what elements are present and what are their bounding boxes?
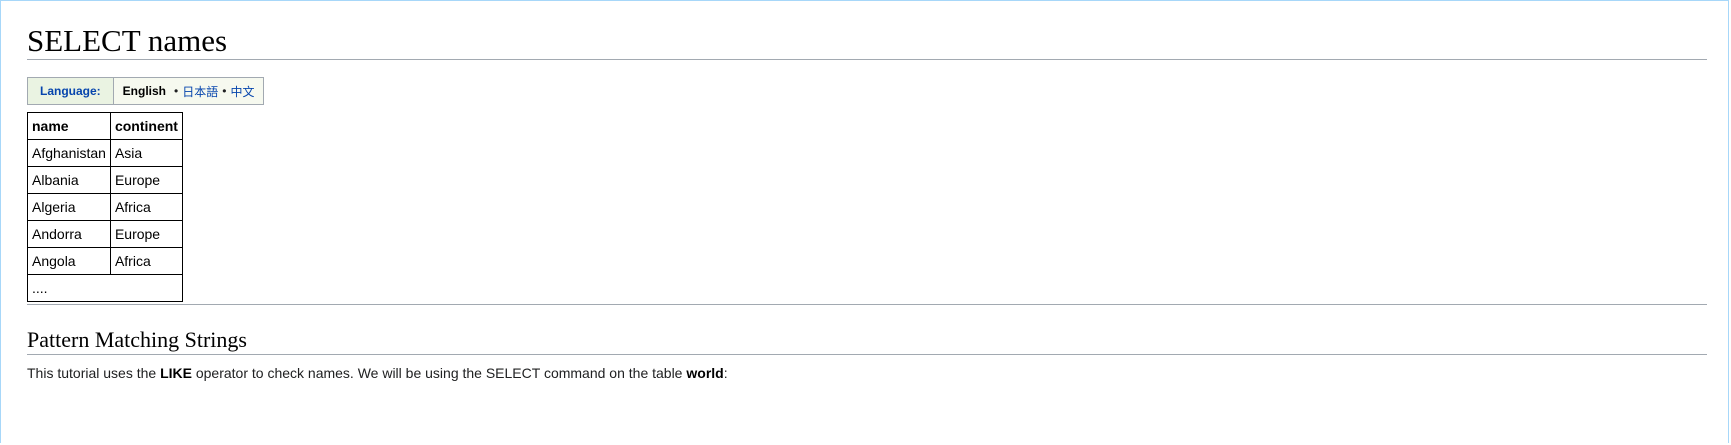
table-cell: Andorra (27, 220, 111, 248)
table-cell: Angola (27, 247, 111, 275)
table-cell: Albania (27, 166, 111, 194)
table-ellipsis-cell: .... (27, 274, 183, 302)
table-cell: Algeria (27, 193, 111, 221)
table-cell: Europe (109, 166, 183, 194)
table-cell: Europe (109, 220, 183, 248)
table-row-ellipsis: .... (27, 274, 183, 302)
table-row: Albania Europe (27, 166, 183, 194)
section-title: Pattern Matching Strings (27, 327, 247, 352)
table-cell: Africa (109, 247, 183, 275)
table-row: Afghanistan Asia (27, 139, 183, 167)
intro-paragraph: This tutorial uses the LIKE operator to … (27, 365, 728, 381)
language-separator: • (222, 84, 227, 98)
language-current: English (122, 84, 167, 98)
intro-keyword-world: world (686, 365, 724, 381)
table-row: Algeria Africa (27, 193, 183, 221)
table-cell: Africa (109, 193, 183, 221)
intro-text: This tutorial uses the (27, 365, 161, 381)
table-cell: Asia (109, 139, 183, 167)
language-link-chinese[interactable]: 中文 (230, 83, 254, 100)
language-separator: • (174, 84, 179, 98)
page-frame: SELECT names Language: English • 日本語 • 中… (0, 0, 1729, 443)
column-header-continent: continent (109, 112, 183, 140)
column-header-name: name (27, 112, 111, 140)
language-link-japanese[interactable]: 日本語 (182, 83, 218, 100)
section-divider (27, 304, 1707, 305)
table-cell: Afghanistan (27, 139, 111, 167)
intro-text: : (723, 365, 728, 381)
page-title: SELECT names (27, 23, 228, 58)
table-header-row: name continent (27, 112, 183, 140)
intro-keyword-like: LIKE (160, 365, 192, 381)
title-divider (27, 59, 1707, 60)
language-bar: Language: English • 日本語 • 中文 (27, 77, 265, 105)
section-title-underline (27, 354, 1707, 355)
table-row: Angola Africa (27, 247, 183, 275)
language-label: Language: (28, 78, 114, 104)
language-options: English • 日本語 • 中文 (113, 78, 264, 104)
table-row: Andorra Europe (27, 220, 183, 248)
intro-text: operator to check names. We will be usin… (191, 365, 687, 381)
result-table: name continent Afghanistan Asia Albania … (27, 112, 183, 302)
